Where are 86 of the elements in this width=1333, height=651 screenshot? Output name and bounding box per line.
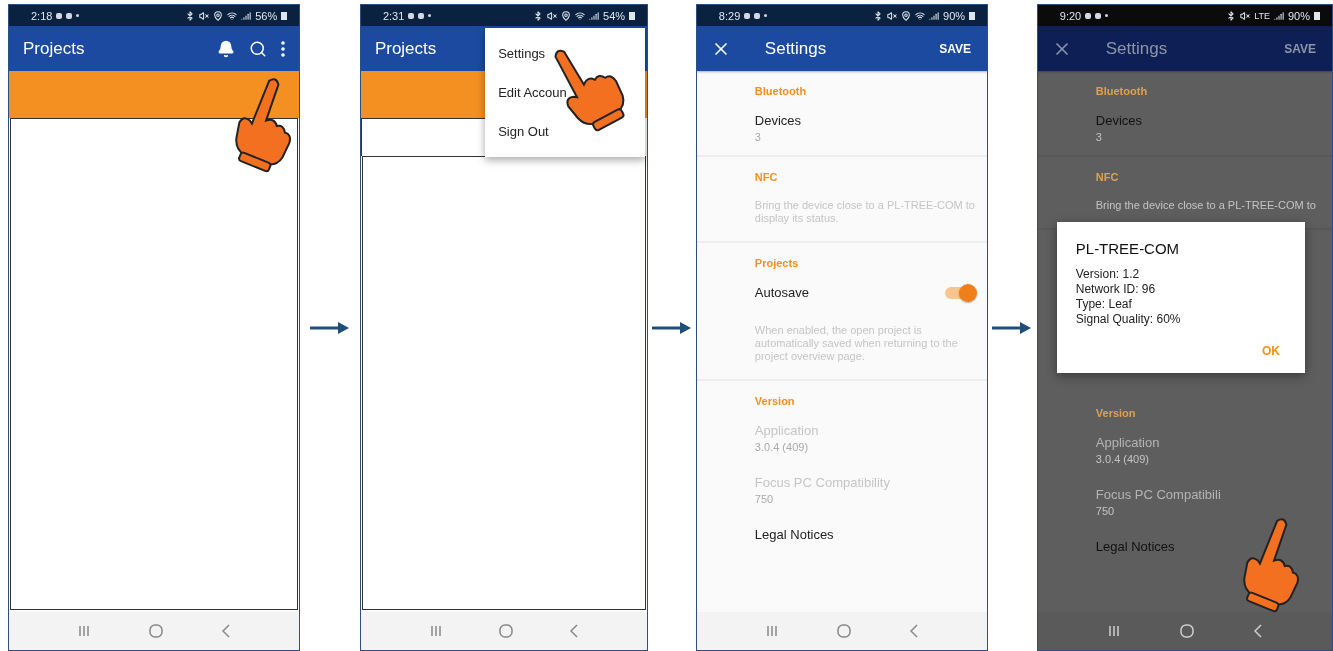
section-header: Projects	[754, 257, 800, 269]
arrow-icon	[652, 320, 692, 335]
screen-title: Settings	[1105, 38, 1168, 59]
bluetooth-icon	[1226, 10, 1237, 21]
signal-icon	[241, 10, 252, 21]
home-icon[interactable]	[499, 624, 513, 638]
signal-icon	[1273, 10, 1284, 21]
signal-icon	[929, 10, 940, 21]
search-button[interactable]	[249, 39, 268, 58]
mute-icon	[887, 10, 898, 21]
dialog-text: Signal Quality: 60%	[1075, 312, 1182, 327]
recent-apps-icon[interactable]	[429, 625, 442, 637]
section-header: Bluetooth	[754, 85, 808, 97]
section-header: Bluetooth	[1095, 85, 1149, 97]
section-header: NFC	[754, 171, 779, 183]
wifi-icon	[227, 10, 238, 21]
recent-apps-icon[interactable]	[78, 625, 91, 637]
recent-apps-icon[interactable]	[766, 625, 779, 637]
setting-value: 750	[1095, 505, 1116, 517]
wifi-icon	[915, 10, 926, 21]
battery-percent: 54%	[603, 9, 626, 22]
menu-button[interactable]	[281, 40, 286, 57]
section-header: NFC	[1095, 171, 1120, 183]
bluetooth-icon	[873, 10, 884, 21]
setting-title: Autosave	[754, 285, 810, 300]
network-type: LTE	[1254, 10, 1270, 21]
back-icon[interactable]	[909, 624, 918, 638]
dialog-text: Version: 1.2	[1075, 267, 1141, 282]
save-button[interactable]: SAVE	[937, 39, 974, 58]
wifi-icon	[575, 10, 586, 21]
status-time: 8:29	[718, 9, 741, 22]
battery-icon	[281, 11, 288, 20]
toggle-switch[interactable]	[945, 286, 976, 299]
location-icon	[213, 10, 224, 21]
battery-percent: 90%	[1287, 9, 1310, 22]
screen-title: Projects	[23, 38, 85, 59]
battery-icon	[629, 11, 636, 20]
screen-title: Projects	[374, 38, 437, 59]
section-header: Version	[754, 395, 796, 407]
setting-title[interactable]: Devices	[1095, 113, 1320, 128]
screen-title: Settings	[764, 38, 827, 59]
back-icon[interactable]	[1253, 624, 1262, 638]
location-icon	[561, 10, 572, 21]
setting-value: 750	[754, 493, 775, 505]
setting-title[interactable]: Legal Notices	[754, 527, 976, 542]
section-header: Version	[1095, 407, 1137, 419]
setting-value: 3.0.4 (409)	[754, 441, 810, 453]
home-icon[interactable]	[1179, 624, 1194, 638]
arrow-icon	[992, 320, 1033, 335]
home-icon[interactable]	[836, 624, 851, 638]
status-time: 2:18	[31, 9, 53, 22]
setting-value: 3	[1095, 131, 1103, 143]
save-button[interactable]: SAVE	[1282, 39, 1318, 58]
back-icon[interactable]	[570, 624, 579, 638]
arrow-icon	[310, 320, 351, 335]
dialog-text: Type: Leaf	[1075, 297, 1133, 312]
search-icon	[249, 39, 268, 58]
mute-icon	[199, 10, 210, 21]
more-icon	[281, 40, 286, 57]
menu-item[interactable]: Edit Accoun	[485, 73, 646, 112]
battery-percent: 56%	[255, 9, 278, 22]
setting-value: 3	[754, 131, 762, 143]
mute-icon	[547, 10, 558, 21]
bell-icon	[217, 39, 236, 58]
battery-icon	[1314, 11, 1320, 20]
location-icon	[901, 10, 912, 21]
dialog-title: PL-TREE-COM	[1075, 240, 1181, 257]
back-icon[interactable]	[221, 624, 230, 638]
bluetooth-icon	[185, 10, 196, 21]
battery-icon	[969, 11, 976, 20]
home-icon[interactable]	[149, 624, 164, 638]
menu-item[interactable]: Settings	[485, 34, 646, 73]
dialog-text: Network ID: 96	[1075, 282, 1157, 297]
notifications-button[interactable]	[217, 39, 236, 58]
setting-description: Bring the device close to a PL-TREE-COM to	[1095, 199, 1317, 212]
status-time: 9:20	[1059, 9, 1082, 22]
signal-icon	[589, 10, 600, 21]
mute-icon	[1240, 10, 1251, 21]
status-time: 2:31	[382, 9, 405, 22]
battery-percent: 90%	[943, 9, 966, 22]
bluetooth-icon	[533, 10, 544, 21]
setting-value: 3.0.4 (409)	[1095, 453, 1150, 465]
setting-title[interactable]: Legal Notices	[1095, 539, 1320, 554]
recent-apps-icon[interactable]	[1107, 625, 1120, 637]
setting-title[interactable]: Devices	[754, 113, 976, 128]
menu-item[interactable]: Sign Out	[485, 112, 646, 151]
